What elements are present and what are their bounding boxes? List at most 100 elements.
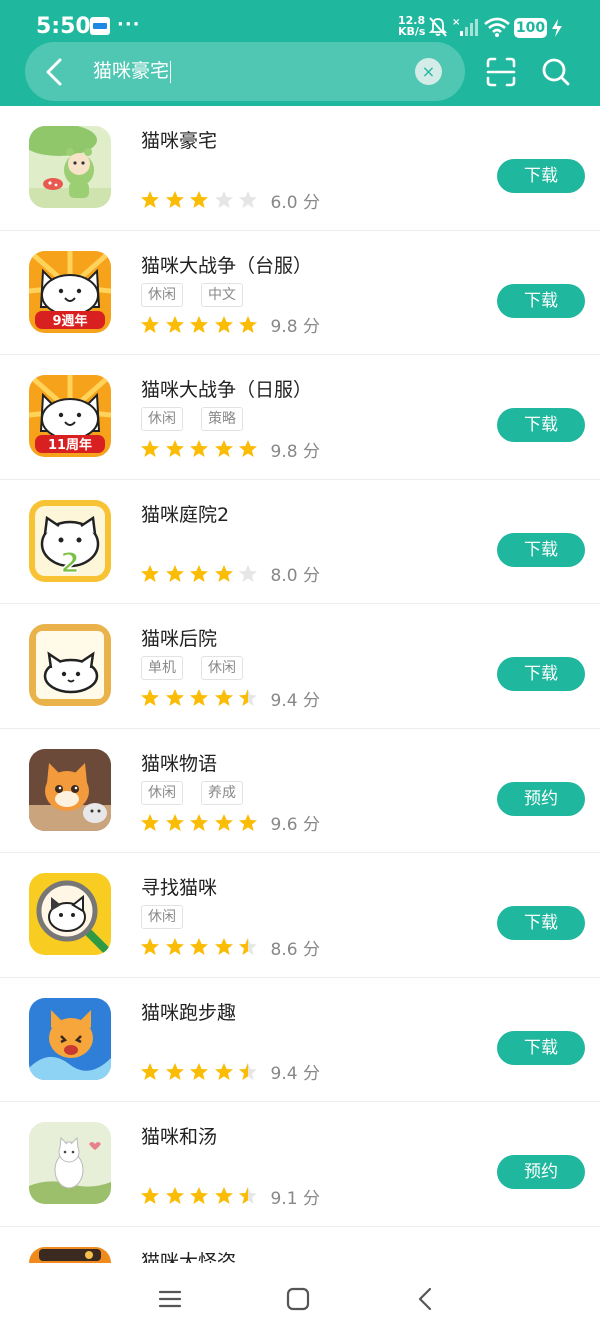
tag: 单机: [141, 656, 183, 680]
download-button[interactable]: 下载: [497, 408, 585, 442]
download-button[interactable]: 下载: [497, 1030, 585, 1065]
rating: 9.1 分: [140, 1186, 320, 1209]
star-empty-icon: [214, 191, 233, 208]
star-icon: [141, 1062, 159, 1080]
star-icon: [165, 564, 184, 582]
app-name: 猫咪和汤: [141, 1126, 218, 1148]
download-button[interactable]: 下载: [497, 532, 585, 567]
star-icon: [141, 1187, 159, 1204]
back-icon[interactable]: [38, 52, 74, 92]
app-name: 猫咪大战争（台服）: [141, 254, 313, 277]
star-icon: [141, 938, 159, 955]
search-results-list[interactable]: 猫咪豪宅 6.0 分 下载 9週年 猫咪大战争（台服） 休闲 中文 9.8 分 …: [0, 106, 600, 1263]
rating-score: 9.8 分: [270, 441, 320, 462]
list-item[interactable]: 猫咪和汤 9.1 分 预约: [0, 1102, 600, 1227]
list-item[interactable]: 猫咪跑步趣 9.4 分 下载: [0, 978, 600, 1102]
search-query: 猫咪豪宅: [93, 60, 170, 82]
star-icon: [214, 315, 233, 333]
reserve-button[interactable]: 预约: [497, 1155, 585, 1189]
download-button[interactable]: 下载: [497, 906, 585, 940]
frog-girl-umbrella-icon: [29, 126, 111, 208]
back-icon[interactable]: [412, 1285, 440, 1313]
wifi-icon: [484, 17, 510, 37]
star-icon: [214, 564, 233, 582]
tag-list: 休闲 中文: [141, 282, 243, 307]
rating: 6.0 分: [140, 190, 320, 213]
charging-icon: [552, 19, 562, 37]
home-icon[interactable]: [284, 1285, 312, 1313]
cats-and-soup-icon: [29, 1122, 111, 1204]
tag-list: 休闲: [141, 905, 183, 929]
download-button[interactable]: 下载: [497, 283, 585, 318]
star-icon: [165, 1062, 184, 1080]
rating-score: 8.0 分: [270, 566, 320, 586]
cat-garden-2-icon: 2: [29, 499, 111, 582]
star-icon: [141, 564, 159, 582]
star-empty-icon: [239, 191, 257, 208]
star-icon: [214, 440, 233, 457]
download-button[interactable]: 下载: [497, 159, 585, 193]
anniversary-badge: 9週年: [52, 313, 87, 329]
star-icon: [214, 1187, 233, 1204]
star-half-icon: [239, 1062, 257, 1080]
system-nav-bar: [0, 1263, 600, 1333]
rating: 9.4 分: [140, 688, 320, 711]
star-icon: [190, 1062, 208, 1080]
app-name: 猫咪物语: [141, 752, 218, 775]
tag: 休闲: [201, 656, 243, 680]
neko-atsume-icon: [29, 624, 111, 706]
star-half-icon: [239, 1187, 257, 1204]
tag: 策略: [201, 407, 243, 431]
list-item[interactable]: 猫咪大怪盗: [0, 1227, 600, 1263]
star-icon: [239, 813, 257, 831]
clear-search-button[interactable]: ×: [415, 58, 442, 85]
rating-score: 8.6 分: [270, 939, 320, 960]
tag: 养成: [201, 780, 243, 805]
tag: 休闲: [141, 282, 183, 307]
star-icon: [190, 938, 208, 955]
tag: 休闲: [141, 780, 183, 805]
star-icon: [165, 315, 184, 333]
battle-cats-9th-anniversary-icon: 9週年: [29, 250, 111, 333]
tag-list: 休闲 养成: [141, 780, 243, 805]
scan-icon[interactable]: [485, 56, 517, 88]
rating: 9.6 分: [140, 813, 320, 835]
list-item[interactable]: 11周年 猫咪大战争（日服） 休闲 策略 9.8 分 下载: [0, 355, 600, 480]
anniversary-badge: 11周年: [48, 437, 92, 453]
svg-text:×: ×: [452, 17, 460, 28]
star-icon: [190, 1187, 208, 1204]
tag: 中文: [201, 282, 243, 307]
list-item[interactable]: 猫咪物语 休闲 养成 9.6 分 预约: [0, 729, 600, 853]
app-name: 寻找猫咪: [141, 877, 218, 899]
list-item[interactable]: 9週年 猫咪大战争（台服） 休闲 中文 9.8 分 下载: [0, 231, 600, 355]
rating: 9.8 分: [140, 315, 320, 337]
rating: 8.6 分: [140, 937, 320, 960]
more-notifications-icon: ···: [117, 14, 141, 35]
search-box[interactable]: [25, 42, 465, 101]
list-item[interactable]: 寻找猫咪 休闲 8.6 分 下载: [0, 853, 600, 978]
mute-icon: [428, 17, 448, 37]
star-icon: [165, 1187, 184, 1204]
list-item[interactable]: 猫咪后院 单机 休闲 9.4 分 下载: [0, 604, 600, 729]
star-icon: [165, 813, 184, 831]
rating: 9.8 分: [140, 439, 320, 462]
rating-score: 9.8 分: [270, 317, 320, 337]
star-icon: [190, 813, 208, 831]
menu-icon[interactable]: [156, 1285, 184, 1313]
list-item[interactable]: 猫咪豪宅 6.0 分 下载: [0, 106, 600, 231]
search-icon[interactable]: [540, 56, 572, 88]
search-input[interactable]: 猫咪豪宅: [93, 58, 172, 84]
star-icon: [165, 440, 184, 457]
reserve-button[interactable]: 预约: [497, 781, 585, 816]
download-button[interactable]: 下载: [497, 657, 585, 691]
battle-cats-11th-anniversary-icon: 11周年: [29, 375, 111, 457]
rating-score: 9.4 分: [270, 1064, 320, 1084]
star-empty-icon: [239, 564, 257, 582]
signal-icon: ×: [452, 17, 478, 36]
star-icon: [141, 813, 159, 831]
list-item[interactable]: 2 猫咪庭院2 8.0 分 下载: [0, 480, 600, 604]
app-name: 猫咪跑步趣: [141, 1001, 237, 1024]
star-icon: [141, 689, 159, 706]
star-icon: [141, 315, 159, 333]
rating-score: 9.1 分: [270, 1188, 320, 1209]
